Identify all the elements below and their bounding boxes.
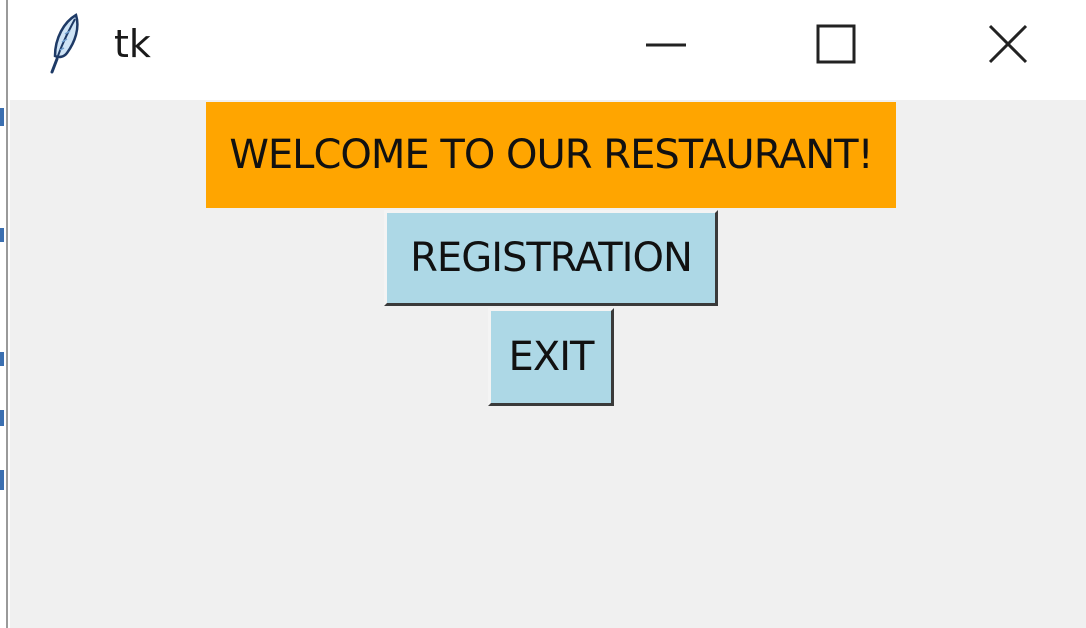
window-title: tk <box>114 22 151 66</box>
background-window-mark <box>0 228 4 242</box>
background-window-border <box>6 0 8 628</box>
background-window-edge <box>0 0 10 628</box>
minimize-icon[interactable] <box>636 14 696 74</box>
close-icon[interactable] <box>978 14 1038 74</box>
window-content: WELCOME TO OUR RESTAURANT! REGISTRATION … <box>10 100 1086 628</box>
exit-button[interactable]: EXIT <box>488 308 614 406</box>
background-window-mark <box>0 352 4 366</box>
background-window-mark <box>0 410 4 426</box>
title-bar[interactable]: tk <box>10 0 1086 100</box>
screen: tk WELCOME TO OUR RESTAURANT! REGISTRATI… <box>0 0 1086 628</box>
maximize-icon[interactable] <box>806 14 866 74</box>
app-window: tk WELCOME TO OUR RESTAURANT! REGISTRATI… <box>10 0 1086 628</box>
background-window-mark <box>0 108 4 126</box>
registration-button[interactable]: REGISTRATION <box>384 210 718 306</box>
feather-icon <box>50 13 79 74</box>
welcome-banner: WELCOME TO OUR RESTAURANT! <box>206 102 896 208</box>
background-window-mark <box>0 470 4 490</box>
